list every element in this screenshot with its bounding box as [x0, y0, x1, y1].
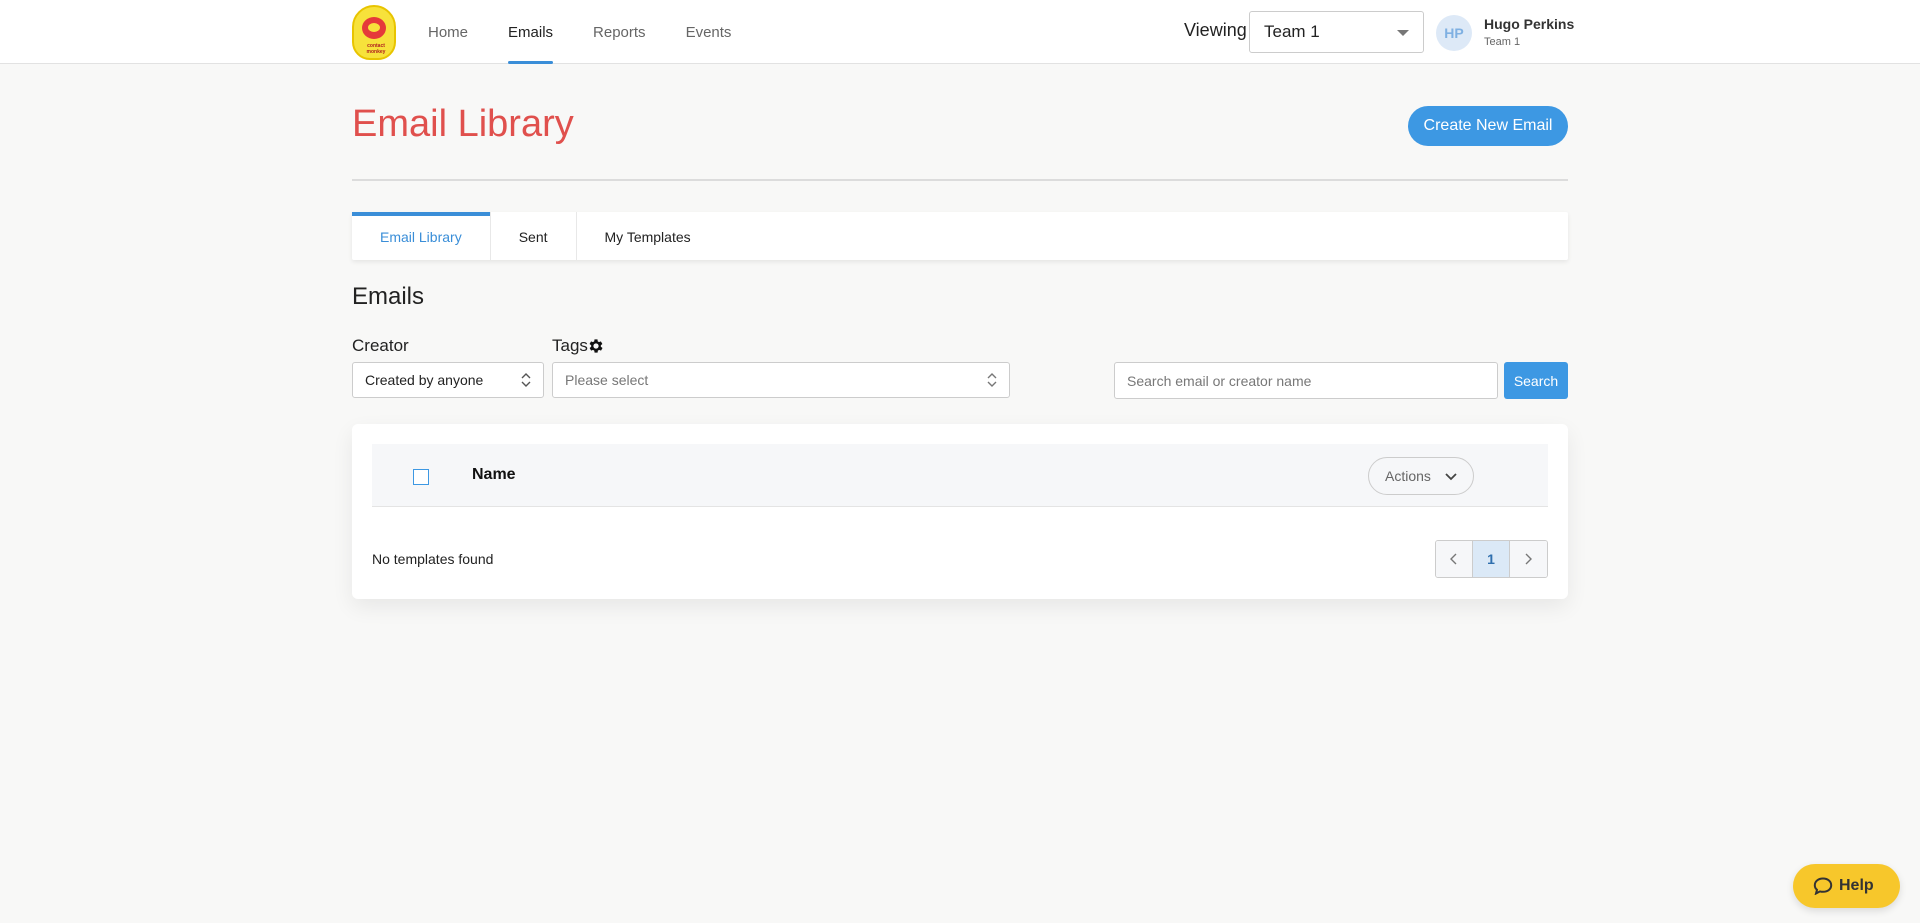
search-button[interactable]: Search	[1504, 362, 1568, 399]
nav-emails[interactable]: Emails	[488, 0, 573, 64]
tab-sent[interactable]: Sent	[491, 212, 577, 260]
actions-label: Actions	[1385, 468, 1431, 484]
gear-icon[interactable]	[587, 337, 605, 355]
chat-bubble-icon	[1813, 877, 1833, 895]
tags-label: Tags	[552, 336, 588, 355]
chevron-right-icon	[1525, 553, 1532, 565]
create-new-email-button[interactable]: Create New Email	[1408, 106, 1568, 146]
team-select-value: Team 1	[1264, 22, 1320, 41]
viewing-label: Viewing	[1184, 20, 1247, 40]
caret-down-icon	[1397, 30, 1409, 36]
avatar[interactable]: HP	[1436, 15, 1472, 51]
chevron-left-icon	[1450, 553, 1457, 565]
updown-chevron-icon	[987, 373, 997, 387]
help-button[interactable]: Help	[1793, 864, 1900, 908]
empty-state-message: No templates found	[372, 551, 494, 567]
creator-select-value: Created by anyone	[365, 372, 484, 388]
creator-select[interactable]: Created by anyone	[352, 362, 544, 398]
nav-events[interactable]: Events	[666, 0, 752, 64]
tab-email-library[interactable]: Email Library	[352, 212, 491, 260]
nav-home[interactable]: Home	[408, 0, 488, 64]
chevron-down-icon	[1445, 473, 1457, 481]
team-select[interactable]: Team 1	[1249, 11, 1424, 53]
page-title: Email Library	[352, 103, 574, 145]
nav-reports[interactable]: Reports	[573, 0, 666, 64]
tags-select-placeholder: Please select	[565, 372, 649, 388]
updown-chevron-icon	[521, 373, 531, 387]
user-name[interactable]: Hugo Perkins	[1484, 16, 1574, 32]
table-header: Name Actions	[372, 444, 1548, 507]
pagination-prev-button[interactable]	[1436, 541, 1473, 577]
help-label: Help	[1839, 877, 1874, 894]
tab-my-templates[interactable]: My Templates	[577, 212, 719, 260]
select-all-checkbox[interactable]	[413, 469, 429, 485]
header-divider	[352, 179, 1568, 181]
email-tabs: Email Library Sent My Templates	[352, 212, 1568, 260]
pagination-next-button[interactable]	[1510, 541, 1547, 577]
creator-label: Creator	[352, 336, 409, 355]
tags-select[interactable]: Please select	[552, 362, 1010, 398]
pagination: 1	[1435, 540, 1548, 578]
column-header-name[interactable]: Name	[472, 466, 516, 484]
main-nav: Home Emails Reports Events	[408, 0, 751, 64]
email-table-card: Name Actions No templates found 1	[352, 424, 1568, 599]
pagination-page-1[interactable]: 1	[1473, 541, 1510, 577]
monkey-logo-icon	[362, 17, 386, 39]
user-team: Team 1	[1484, 36, 1521, 48]
section-title: Emails	[352, 283, 425, 310]
logo-text: contact monkey	[366, 43, 386, 55]
top-navigation-bar: contact monkey Home Emails Reports Event…	[0, 0, 1920, 64]
search-input[interactable]	[1114, 362, 1498, 399]
actions-dropdown[interactable]: Actions	[1368, 457, 1474, 495]
contactmonkey-logo[interactable]: contact monkey	[352, 5, 396, 60]
